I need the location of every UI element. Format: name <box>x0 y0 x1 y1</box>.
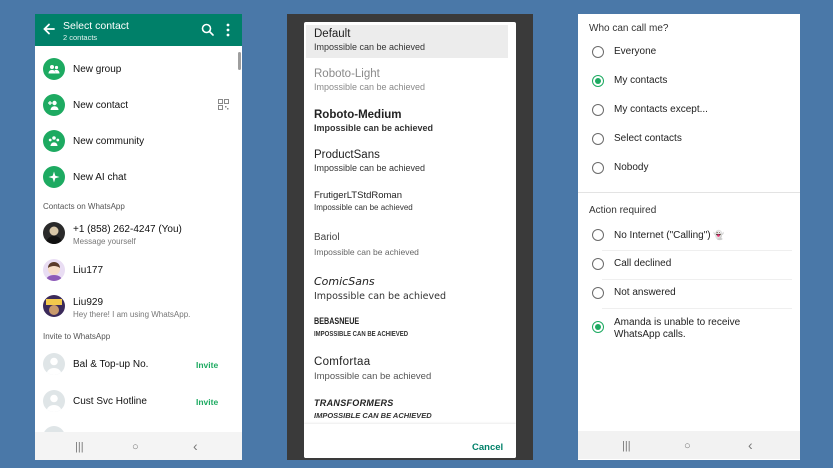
contacts-panel: Select contact 2 contacts New group New … <box>35 14 242 460</box>
recent-apps-icon[interactable]: ||| <box>622 440 631 452</box>
call-settings-panel: Who can call me? Everyone My contacts My… <box>578 14 800 460</box>
font-option-bebasneue[interactable]: BEBASNEUE IMPOSSIBLE CAN BE ACHIEVED <box>314 316 509 338</box>
invite-row[interactable]: Bal & Top-up No. Invite <box>43 353 233 379</box>
system-nav-bar: ||| ○ ‹ <box>578 431 800 459</box>
option-unable-to-receive[interactable]: Amanda is unable to receive WhatsApp cal… <box>592 317 792 345</box>
contact-row[interactable]: +1 (858) 262-4247 (You) Message yourself <box>43 222 233 248</box>
option-not-answered[interactable]: Not answered <box>592 287 792 305</box>
back-icon[interactable]: ‹ <box>748 437 753 453</box>
option-everyone[interactable]: Everyone <box>592 46 792 64</box>
action-required-header: Action required <box>589 205 657 216</box>
font-option-productsans[interactable]: ProductSans Impossible can be achieved <box>314 149 509 173</box>
invite-row[interactable]: Cust Svc Hotline Invite <box>43 390 233 416</box>
contact-count: 2 contacts <box>63 33 98 42</box>
section-divider <box>578 192 800 193</box>
home-icon[interactable]: ○ <box>684 440 691 452</box>
radio-button-selected[interactable] <box>592 321 604 333</box>
more-options-icon[interactable] <box>226 23 230 37</box>
row-separator <box>602 308 792 309</box>
contact-row[interactable]: Liu929 Hey there! I am using WhatsApp. <box>43 295 233 321</box>
radio-button[interactable] <box>592 46 604 58</box>
back-icon[interactable]: ‹ <box>193 438 198 454</box>
section-contacts-on-whatsapp: Contacts on WhatsApp <box>43 202 125 211</box>
cancel-button[interactable]: Cancel <box>472 442 503 453</box>
app-bar: Select contact 2 contacts <box>35 14 242 46</box>
search-icon[interactable] <box>201 23 214 36</box>
radio-button[interactable] <box>592 229 604 241</box>
new-group-button[interactable]: New group <box>43 58 233 82</box>
avatar-placeholder <box>43 353 65 375</box>
option-nobody[interactable]: Nobody <box>592 162 792 180</box>
scrollbar[interactable] <box>238 52 241 70</box>
radio-button[interactable] <box>592 258 604 270</box>
group-icon <box>48 65 60 74</box>
avatar <box>43 295 65 317</box>
font-option-roboto-medium[interactable]: Roboto-Medium Impossible can be achieved <box>314 109 509 133</box>
option-my-contacts-except[interactable]: My contacts except... <box>592 104 792 122</box>
new-ai-chat-button[interactable]: New AI chat <box>43 166 233 190</box>
radio-button[interactable] <box>592 162 604 174</box>
community-icon <box>48 136 60 146</box>
back-arrow-icon[interactable] <box>42 22 56 36</box>
radio-button-selected[interactable] <box>592 75 604 87</box>
qr-code-icon[interactable] <box>218 99 229 110</box>
option-select-contacts[interactable]: Select contacts <box>592 133 792 151</box>
sparkle-icon <box>48 171 60 183</box>
invite-button[interactable]: Invite <box>196 360 218 370</box>
avatar-placeholder <box>43 390 65 412</box>
section-invite-to-whatsapp: Invite to WhatsApp <box>43 332 111 341</box>
ghost-emoji-icon: 👻 <box>713 230 725 240</box>
font-option-comicsans[interactable]: ComicSans Impossible can be achieved <box>314 275 509 302</box>
home-icon[interactable]: ○ <box>132 441 139 453</box>
invite-button[interactable]: Invite <box>196 397 218 407</box>
option-no-internet[interactable]: No Internet ("Calling") 👻 <box>592 229 792 247</box>
system-nav-bar: ||| ○ ‹ <box>35 432 242 460</box>
font-option-default[interactable]: Default Impossible can be achieved <box>314 28 509 52</box>
radio-button[interactable] <box>592 133 604 145</box>
radio-button[interactable] <box>592 104 604 116</box>
row-separator <box>602 279 792 280</box>
add-person-icon <box>48 100 59 110</box>
font-picker-panel: Default Impossible can be achieved Robot… <box>287 14 533 460</box>
avatar <box>43 222 65 244</box>
recent-apps-icon[interactable]: ||| <box>75 441 84 453</box>
new-community-button[interactable]: New community <box>43 130 233 154</box>
who-can-call-header: Who can call me? <box>589 23 669 34</box>
radio-button[interactable] <box>592 287 604 299</box>
new-contact-button[interactable]: New contact <box>43 94 233 118</box>
avatar <box>43 259 65 281</box>
font-option-bariol[interactable]: Bariol Impossible can be achieved <box>314 232 509 257</box>
page-title: Select contact <box>63 20 129 32</box>
font-option-frutiger[interactable]: FrutigerLTStdRoman Impossible can be ach… <box>314 190 509 212</box>
font-picker-dialog: Default Impossible can be achieved Robot… <box>304 22 516 458</box>
row-separator <box>602 250 792 251</box>
option-my-contacts[interactable]: My contacts <box>592 75 792 93</box>
font-option-roboto-light[interactable]: Roboto-Light Impossible can be achieved <box>314 68 509 92</box>
font-option-comfortaa[interactable]: Comfortaa Impossible can be achieved <box>314 356 509 382</box>
font-option-transformers[interactable]: TRANSFORMERS IMPOSSIBLE CAN BE ACHIEVED <box>314 398 509 420</box>
option-call-declined[interactable]: Call declined <box>592 258 792 276</box>
contact-row[interactable]: Liu177 <box>43 259 233 285</box>
